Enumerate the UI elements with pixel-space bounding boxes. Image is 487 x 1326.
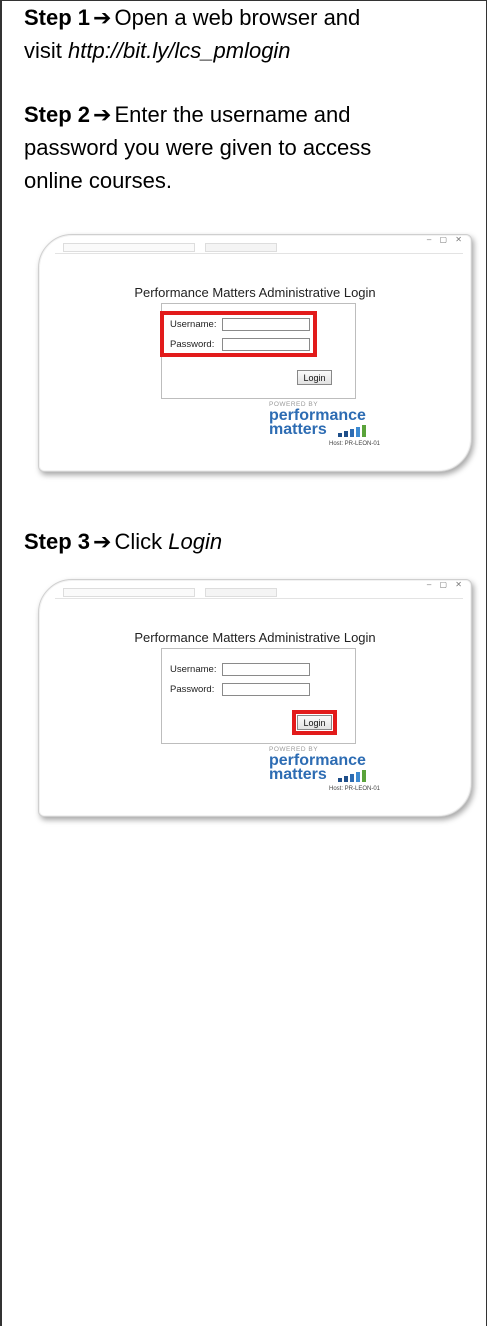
step-2-label: Step 2 — [24, 102, 91, 127]
step-1-label: Step 1 — [24, 5, 91, 30]
username-input[interactable] — [222, 663, 310, 676]
brand-logo-line-2: matters — [269, 421, 327, 438]
window-controls-icon: – ▢ ✕ — [426, 235, 465, 244]
step-2-text: Step 2 ➔ Enter the username and password y… — [24, 98, 479, 197]
step-3-label: Step 3 — [24, 529, 91, 554]
step-1-text: Step 1 ➔ Open a web browser and visit http… — [24, 1, 479, 67]
address-bar — [63, 243, 195, 252]
address-bar — [63, 588, 195, 597]
browser-tab-bar — [55, 241, 463, 254]
browser-tab — [205, 243, 277, 252]
bar-chart-logo-icon — [338, 770, 366, 782]
login-screenshot-2: – ▢ ✕ Performance Matters Administrative… — [38, 579, 472, 817]
step-2-line-3: online courses. — [24, 168, 172, 193]
step-1-line-a: Open a web browser and — [114, 5, 361, 30]
login-button-highlight — [292, 710, 337, 735]
step-3-text: Step 3 ➔ Click Login — [24, 525, 479, 558]
login-button[interactable]: Login — [297, 370, 332, 385]
brand-logo-line-2: matters — [269, 766, 327, 783]
login-screenshot-1: – ▢ ✕ Performance Matters Administrative… — [38, 234, 472, 472]
step-2-line-1: Enter the username and — [114, 102, 351, 127]
browser-tab-bar — [55, 586, 463, 599]
login-title: Performance Matters Administrative Login — [134, 630, 376, 645]
password-label: Password: — [170, 684, 215, 695]
document-page: Step 1 ➔ Open a web browser and visit http… — [0, 0, 487, 1326]
step-1-link[interactable]: http://bit.ly/lcs_pmlogin — [68, 38, 291, 63]
arrow-icon: ➔ — [93, 5, 112, 30]
step-2-line-2: password you were given to access — [24, 135, 372, 160]
password-input[interactable] — [222, 683, 310, 696]
host-label: Host: PR-LEON-01 — [329, 786, 381, 792]
step-3-emph: Login — [168, 529, 223, 554]
arrow-icon: ➔ — [93, 102, 112, 127]
arrow-icon: ➔ — [93, 529, 112, 554]
credentials-highlight — [160, 311, 317, 357]
browser-tab — [205, 588, 277, 597]
host-label: Host: PR-LEON-01 — [329, 441, 381, 447]
bar-chart-logo-icon — [338, 425, 366, 437]
username-label: Username: — [170, 664, 217, 675]
step-3-line: Click — [114, 529, 169, 554]
step-1-line-b: visit — [24, 38, 68, 63]
login-title: Performance Matters Administrative Login — [134, 285, 376, 300]
window-controls-icon: – ▢ ✕ — [426, 580, 465, 589]
